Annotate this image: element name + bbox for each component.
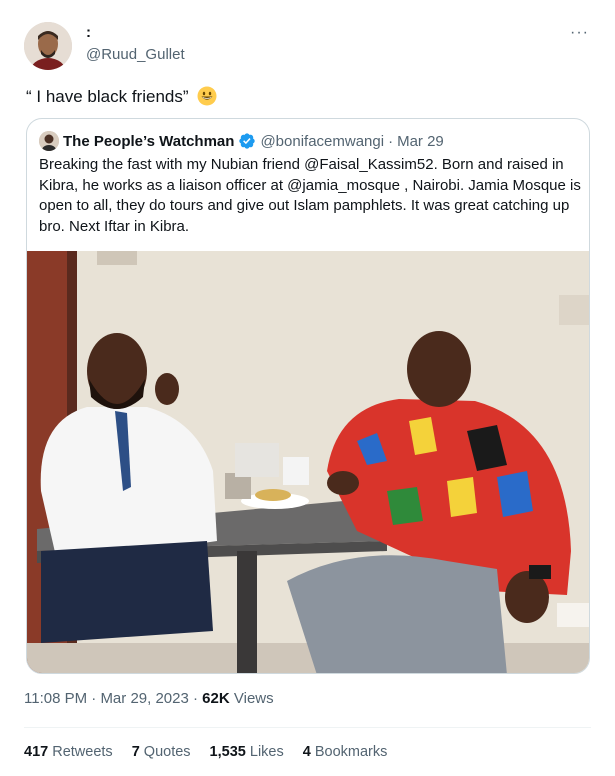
likes-count: 1,535 [209, 744, 246, 760]
likes-stat[interactable]: 1,535 Likes [210, 744, 284, 760]
bookmarks-count: 4 [302, 744, 311, 760]
time-separator-2: · [193, 690, 198, 707]
header-separator: · [388, 132, 394, 150]
bookmarks-label: Bookmarks [314, 744, 388, 760]
quoted-author-name[interactable]: The People’s Watchman [63, 133, 234, 150]
retweets-label: Retweets [52, 744, 113, 760]
time-separator: · [91, 690, 97, 707]
divider [24, 727, 591, 728]
quoted-author-avatar[interactable] [39, 131, 59, 151]
more-options-icon[interactable]: ··· [570, 24, 589, 42]
quotes-label: Quotes [143, 744, 191, 760]
engagement-stats: 417 Retweets 7 Quotes 1,535 Likes 4 Book… [24, 744, 406, 760]
verified-badge-icon [238, 132, 256, 150]
quoted-tweet-text: Breaking the fast with my Nubian friend … [39, 156, 581, 235]
quoted-tweet-photo[interactable] [27, 251, 589, 673]
tweet-date[interactable]: Mar 29, 2023 [100, 690, 188, 707]
quoted-tweet-card[interactable]: The People’s Watchman @bonifacemwangi · … [26, 118, 590, 674]
views-count: 62K [202, 690, 230, 707]
quotes-count: 7 [131, 744, 140, 760]
bookmarks-stat[interactable]: 4 Bookmarks [303, 744, 388, 760]
retweets-count: 417 [24, 744, 49, 760]
tweet-timestamp: 11:08 PM · Mar 29, 2023 · 62K Views [24, 690, 274, 707]
tweet-body: “ I have black friends” [26, 87, 189, 106]
retweets-stat[interactable]: 417 Retweets [24, 744, 113, 760]
views-label: Views [233, 690, 274, 707]
author-display-name[interactable]: : [86, 24, 91, 41]
author-handle[interactable]: @Ruud_Gullet [86, 46, 185, 63]
likes-label: Likes [249, 744, 284, 760]
quotes-stat[interactable]: 7 Quotes [132, 744, 191, 760]
grinning-face-emoji-icon [197, 86, 217, 112]
quoted-tweet-header: The People’s Watchman @bonifacemwangi · … [39, 131, 444, 151]
tweet-time[interactable]: 11:08 PM [24, 690, 87, 707]
author-avatar[interactable] [24, 22, 72, 70]
quoted-author-handle[interactable]: @bonifacemwangi [260, 133, 384, 150]
quoted-tweet-date[interactable]: Mar 29 [397, 133, 444, 150]
tweet-text: “ I have black friends” [26, 86, 217, 112]
